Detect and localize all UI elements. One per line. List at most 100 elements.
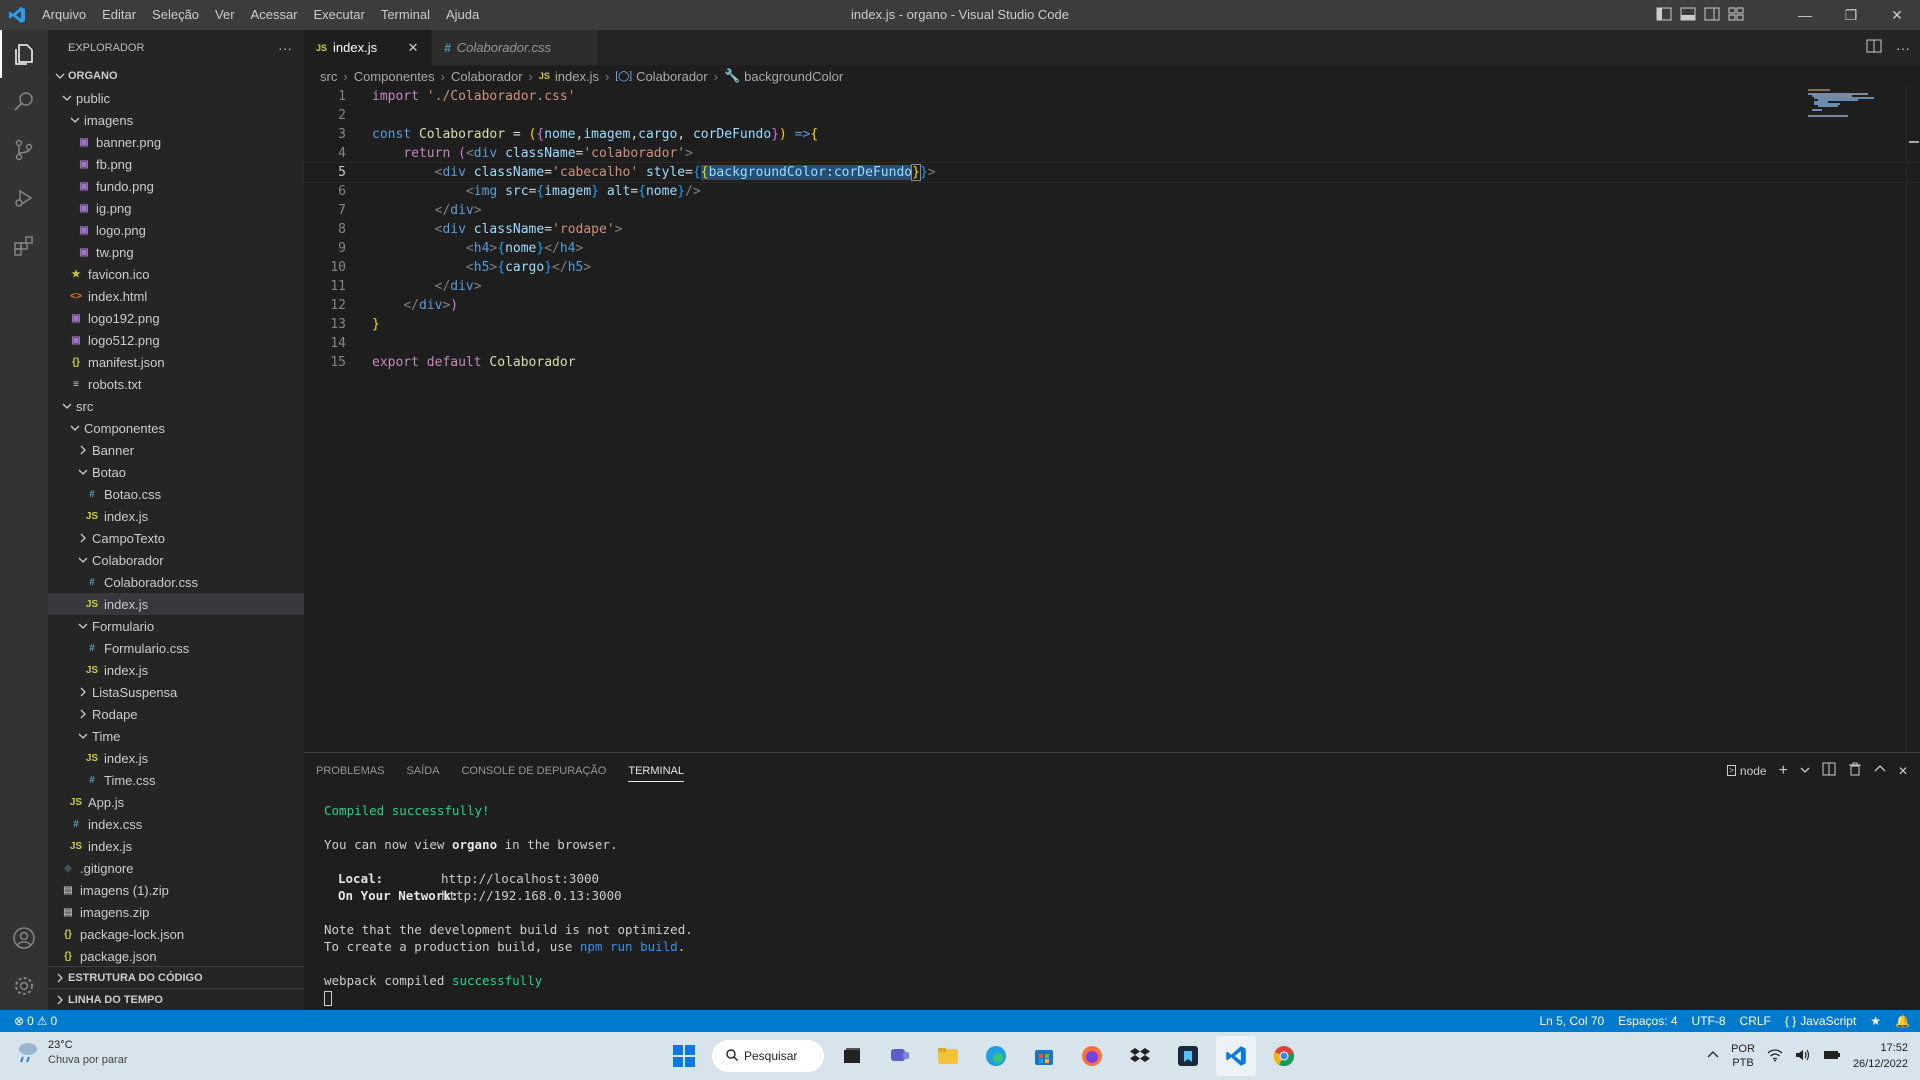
cursor-position[interactable]: Ln 5, Col 70 [1539, 1014, 1604, 1028]
breadcrumb-background-color[interactable]: backgroundColor [744, 69, 843, 84]
breadcrumb-componentes[interactable]: Componentes [354, 69, 435, 84]
split-terminal-icon[interactable] [1822, 762, 1836, 779]
dropbox-icon[interactable] [1120, 1036, 1160, 1076]
terminal-shell-selector[interactable]: > node [1727, 764, 1767, 778]
tab-colaborador-css[interactable]: # Colaborador.css [432, 30, 598, 65]
tab-problemas[interactable]: PROBLEMAS [316, 753, 384, 788]
maximize-panel-icon[interactable] [1874, 763, 1886, 778]
local-url-link[interactable]: http://localhost:3000 [441, 871, 599, 886]
tree-file[interactable]: # Formulario.css [48, 637, 304, 659]
tree-file[interactable]: {} manifest.json [48, 351, 304, 373]
language-mode[interactable]: { } JavaScript [1785, 1014, 1856, 1028]
tree-folder[interactable]: public [48, 87, 304, 109]
tree-file[interactable]: JS index.js [48, 747, 304, 769]
problems-status[interactable]: ⊗ 0 ⚠ 0 [14, 1014, 57, 1028]
clock[interactable]: 17:52 26/12/2022 [1853, 1040, 1908, 1072]
edge-browser-icon[interactable] [976, 1036, 1016, 1076]
menu-ajuda[interactable]: Ajuda [438, 0, 487, 30]
tree-folder[interactable]: Formulario [48, 615, 304, 637]
menu-arquivo[interactable]: Arquivo [34, 0, 94, 30]
feedback-icon[interactable]: ★ [1870, 1014, 1881, 1028]
microsoft-store-icon[interactable] [1024, 1036, 1064, 1076]
tree-file[interactable]: # index.css [48, 813, 304, 835]
tree-folder[interactable]: Componentes [48, 417, 304, 439]
tree-folder[interactable]: Rodape [48, 703, 304, 725]
tree-file[interactable]: ≡ robots.txt [48, 373, 304, 395]
code-editor[interactable]: 1 import './Colaborador.css' 2 3 const Col… [303, 87, 1920, 752]
firefox-icon[interactable] [1072, 1036, 1112, 1076]
tree-folder[interactable]: ListaSuspensa [48, 681, 304, 703]
tree-file[interactable]: JS index.js [48, 593, 304, 615]
breadcrumb-src[interactable]: src [320, 69, 337, 84]
menu-ver[interactable]: Ver [207, 0, 243, 30]
battery-icon[interactable] [1823, 1049, 1841, 1064]
end-of-line[interactable]: CRLF [1740, 1014, 1771, 1028]
outline-section-header[interactable]: ESTRUTURA DO CÓDIGO [48, 966, 304, 988]
tree-file[interactable]: JS index.js [48, 659, 304, 681]
notifications-bell-icon[interactable]: 🔔 [1895, 1014, 1910, 1028]
chevron-up-icon[interactable] [1707, 1049, 1719, 1064]
tree-file[interactable]: ▣ fundo.png [48, 175, 304, 197]
menu-terminal[interactable]: Terminal [373, 0, 438, 30]
tree-file[interactable]: ▤ imagens.zip [48, 901, 304, 923]
extensions-icon[interactable] [0, 222, 48, 270]
tree-folder[interactable]: Botao [48, 461, 304, 483]
network-url-link[interactable]: http://192.168.0.13:3000 [441, 888, 622, 903]
breadcrumb-index-js[interactable]: index.js [555, 69, 599, 84]
accounts-icon[interactable] [0, 914, 48, 962]
editor-scrollbar[interactable] [1906, 87, 1920, 752]
close-tab-icon[interactable]: ✕ [405, 40, 421, 56]
more-actions-icon[interactable]: ··· [278, 40, 292, 56]
run-debug-icon[interactable] [0, 174, 48, 222]
tab-console-depuracao[interactable]: CONSOLE DE DEPURAÇÃO [461, 753, 606, 788]
chevron-down-icon[interactable] [1800, 764, 1810, 778]
close-panel-icon[interactable]: ✕ [1898, 764, 1908, 778]
restore-icon[interactable]: ❐ [1828, 0, 1874, 30]
minimap[interactable] [1796, 87, 1906, 147]
terminal-output[interactable]: Compiled successfully! You can now view … [304, 788, 1920, 1006]
tree-file[interactable]: ▣ logo512.png [48, 329, 304, 351]
tree-file[interactable]: # Botao.css [48, 483, 304, 505]
workspace-folder-header[interactable]: ORGANO [48, 65, 304, 87]
tree-file[interactable]: ◆ .gitignore [48, 857, 304, 879]
tree-file[interactable]: ▣ ig.png [48, 197, 304, 219]
menu-selecao[interactable]: Seleção [144, 0, 207, 30]
tree-file[interactable]: ▤ imagens (1).zip [48, 879, 304, 901]
wifi-icon[interactable] [1767, 1048, 1783, 1065]
tree-file[interactable]: JS App.js [48, 791, 304, 813]
tree-file[interactable]: {} package-lock.json [48, 923, 304, 945]
indentation[interactable]: Espaços: 4 [1618, 1014, 1677, 1028]
customize-layout-icon[interactable] [1728, 7, 1744, 24]
breadcrumb-colaborador-folder[interactable]: Colaborador [451, 69, 523, 84]
volume-icon[interactable] [1795, 1048, 1811, 1065]
timeline-section-header[interactable]: LINHA DO TEMPO [48, 988, 304, 1010]
tree-folder[interactable]: Colaborador [48, 549, 304, 571]
windows-start-icon[interactable] [664, 1036, 704, 1076]
breadcrumb-colaborador-symbol[interactable]: Colaborador [636, 69, 708, 84]
tree-file[interactable]: ▣ tw.png [48, 241, 304, 263]
tree-folder[interactable]: imagens [48, 109, 304, 131]
tree-file[interactable]: # Colaborador.css [48, 571, 304, 593]
tree-file[interactable]: <> index.html [48, 285, 304, 307]
toggle-sidebar-icon[interactable] [1656, 7, 1672, 24]
tree-file[interactable]: JS index.js [48, 835, 304, 857]
tree-folder[interactable]: src [48, 395, 304, 417]
encoding[interactable]: UTF-8 [1692, 1014, 1726, 1028]
tree-file[interactable]: {} package.json [48, 945, 304, 967]
menu-acessar[interactable]: Acessar [243, 0, 306, 30]
split-editor-icon[interactable] [1866, 39, 1882, 56]
trash-icon[interactable] [1848, 762, 1862, 779]
vscode-taskbar-icon[interactable] [1216, 1036, 1256, 1076]
more-actions-icon[interactable]: ··· [1896, 40, 1910, 56]
tab-index-js[interactable]: JS index.js ✕ [304, 30, 433, 65]
task-view-icon[interactable] [832, 1036, 872, 1076]
chrome-icon[interactable] [1264, 1036, 1304, 1076]
search-icon[interactable] [0, 78, 48, 126]
tab-saida[interactable]: SAÍDA [406, 753, 439, 788]
tree-folder[interactable]: Banner [48, 439, 304, 461]
manage-gear-icon[interactable] [0, 962, 48, 1010]
tree-folder[interactable]: CampoTexto [48, 527, 304, 549]
input-language[interactable]: POR PTB [1731, 1042, 1755, 1070]
toggle-panel-icon[interactable] [1680, 7, 1696, 24]
tree-file[interactable]: ▣ fb.png [48, 153, 304, 175]
